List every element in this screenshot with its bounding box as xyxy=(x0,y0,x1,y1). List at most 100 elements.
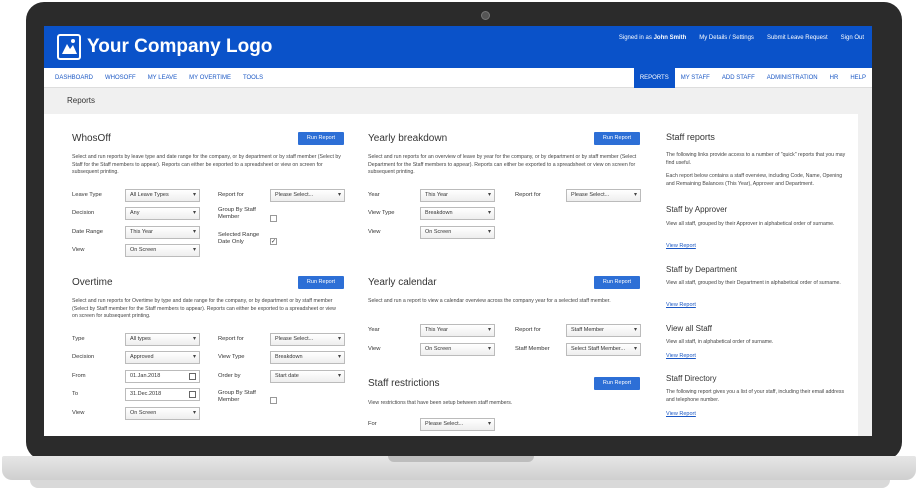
signed-in-prefix: Signed in as xyxy=(618,35,652,41)
view-all-staff-title: View all Staff xyxy=(666,324,712,333)
date-range-label: Date Range xyxy=(72,229,103,235)
order-by-label: Order by xyxy=(218,373,241,379)
reports-panel: WhosOff Run Report Select and run report… xyxy=(44,114,858,436)
overtime-decision-select[interactable]: Approved xyxy=(125,351,200,364)
overtime-view-type-select[interactable]: Breakdown xyxy=(270,351,345,364)
to-label: To xyxy=(72,391,79,397)
yb-view-type-label: View Type xyxy=(368,210,395,216)
nav-dashboard[interactable]: DASHBOARD xyxy=(49,68,99,88)
submit-leave-link[interactable]: Submit Leave Request xyxy=(767,35,828,41)
staff-restrictions-run-button[interactable]: Run Report xyxy=(594,377,640,390)
whosoff-group-label: Group By Staff Member xyxy=(218,207,256,220)
staff-by-approver-link[interactable]: View Report xyxy=(666,243,696,249)
signed-in-user: John Smith xyxy=(653,35,687,41)
yearly-calendar-run-button[interactable]: Run Report xyxy=(594,276,640,289)
staff-directory-desc: The following report gives you a list of… xyxy=(666,389,845,403)
overtime-report-for-select[interactable]: Please Select... xyxy=(270,333,345,346)
yc-staff-member-select[interactable]: Select Staff Member... xyxy=(566,343,641,356)
from-label: From xyxy=(72,373,86,379)
staff-restrictions-description: View restrictions that have been setup b… xyxy=(368,400,513,406)
overtime-decision-label: Decision xyxy=(72,354,95,360)
staff-reports-title: Staff reports xyxy=(666,132,715,142)
signed-in-text: Signed in as John Smith xyxy=(619,35,686,41)
whosoff-decision-label: Decision xyxy=(72,210,95,216)
nav-my-overtime[interactable]: MY OVERTIME xyxy=(183,68,237,88)
whosoff-view-label: View xyxy=(72,247,85,253)
date-range-select[interactable]: This Year xyxy=(125,226,200,239)
order-by-select[interactable]: Start date xyxy=(270,370,345,383)
nav-hr[interactable]: HR xyxy=(824,68,845,88)
whosoff-report-for-select[interactable]: Please Select... xyxy=(270,189,345,202)
yb-view-select[interactable]: On Screen xyxy=(420,226,495,239)
my-details-link[interactable]: My Details / Settings xyxy=(699,35,754,41)
overtime-group-checkbox[interactable] xyxy=(270,397,277,404)
yb-view-type-select[interactable]: Breakdown xyxy=(420,207,495,220)
overtime-type-select[interactable]: All types xyxy=(125,333,200,346)
whosoff-view-select[interactable]: On Screen xyxy=(125,244,200,257)
staff-by-approver-desc: View all staff, grouped by their Approve… xyxy=(666,221,835,227)
selected-range-label: Selected Range Date Only xyxy=(218,232,260,245)
overtime-title: Overtime xyxy=(72,277,113,288)
yb-year-label: Year xyxy=(368,192,380,198)
nav-my-leave[interactable]: MY LEAVE xyxy=(142,68,183,88)
nav-administration[interactable]: ADMINISTRATION xyxy=(761,68,824,88)
laptop-notch xyxy=(388,456,534,462)
staff-by-department-link[interactable]: View Report xyxy=(666,302,696,308)
staff-reports-intro-2: Each report below contains a staff overv… xyxy=(666,173,843,187)
yearly-calendar-title: Yearly calendar xyxy=(368,277,437,288)
top-bar: Your Company Logo Signed in as John Smit… xyxy=(44,26,872,68)
from-date-field[interactable]: 01.Jan.2018 xyxy=(125,370,200,383)
yc-report-for-select[interactable]: Staff Member xyxy=(566,324,641,337)
calendar-icon[interactable] xyxy=(189,391,196,398)
whosoff-decision-select[interactable]: Any xyxy=(125,207,200,220)
yb-report-for-select[interactable]: Please Select... xyxy=(566,189,641,202)
from-date-value: 01.Jan.2018 xyxy=(130,373,161,379)
to-date-value: 31.Dec.2018 xyxy=(130,391,162,397)
yearly-breakdown-run-button[interactable]: Run Report xyxy=(594,132,640,145)
nav-add-staff[interactable]: ADD STAFF xyxy=(716,68,761,88)
whosoff-group-checkbox[interactable] xyxy=(270,215,277,222)
app-screen: Your Company Logo Signed in as John Smit… xyxy=(44,26,872,436)
laptop-base xyxy=(2,456,916,480)
overtime-view-select[interactable]: On Screen xyxy=(125,407,200,420)
whosoff-run-button[interactable]: Run Report xyxy=(298,132,344,145)
yb-year-select[interactable]: This Year xyxy=(420,189,495,202)
yc-view-label: View xyxy=(368,346,381,352)
staff-by-department-desc: View all staff, grouped by their Departm… xyxy=(666,280,841,286)
staff-reports-intro-1: The following links provide access to a … xyxy=(666,152,846,166)
sign-out-link[interactable]: Sign Out xyxy=(841,35,864,41)
nav-reports[interactable]: REPORTS xyxy=(633,68,675,88)
overtime-view-type-label: View Type xyxy=(218,354,245,360)
staff-by-department-title: Staff by Department xyxy=(666,265,737,274)
staff-by-approver-title: Staff by Approver xyxy=(666,205,728,214)
nav-tools[interactable]: TOOLS xyxy=(237,68,269,88)
yc-year-select[interactable]: This Year xyxy=(420,324,495,337)
whosoff-description: Select and run reports by leave type and… xyxy=(72,154,341,175)
selected-range-checkbox[interactable]: ✓ xyxy=(270,238,277,245)
main-nav: DASHBOARD WHOSOFF MY LEAVE MY OVERTIME T… xyxy=(44,68,872,88)
logo-icon xyxy=(57,34,81,60)
staff-restrictions-title: Staff restrictions xyxy=(368,378,440,389)
to-date-field[interactable]: 31.Dec.2018 xyxy=(125,388,200,401)
yb-view-label: View xyxy=(368,229,381,235)
staff-directory-link[interactable]: View Report xyxy=(666,411,696,417)
calendar-icon[interactable] xyxy=(189,373,196,380)
overtime-run-button[interactable]: Run Report xyxy=(298,276,344,289)
overtime-description: Select and run reports for Overtime by t… xyxy=(72,298,336,319)
yc-view-select[interactable]: On Screen xyxy=(420,343,495,356)
overtime-report-for-label: Report for xyxy=(218,336,244,342)
yearly-calendar-description: Select and run a report to view a calend… xyxy=(368,298,611,304)
leave-type-select[interactable]: All Leave Types xyxy=(125,189,200,202)
laptop-shadow xyxy=(30,480,890,488)
nav-whosoff[interactable]: WHOSOFF xyxy=(99,68,142,88)
view-all-staff-desc: View all staff, in alphabetical order of… xyxy=(666,339,774,345)
nav-my-staff[interactable]: MY STAFF xyxy=(675,68,716,88)
view-all-staff-link[interactable]: View Report xyxy=(666,353,696,359)
yc-year-label: Year xyxy=(368,327,380,333)
nav-help[interactable]: HELP xyxy=(844,68,872,88)
yearly-breakdown-title: Yearly breakdown xyxy=(368,133,448,144)
leave-type-label: Leave Type xyxy=(72,192,102,198)
logo-text[interactable]: Your Company Logo xyxy=(87,36,272,58)
overtime-view-label: View xyxy=(72,410,85,416)
sr-for-select[interactable]: Please Select... xyxy=(420,418,495,431)
